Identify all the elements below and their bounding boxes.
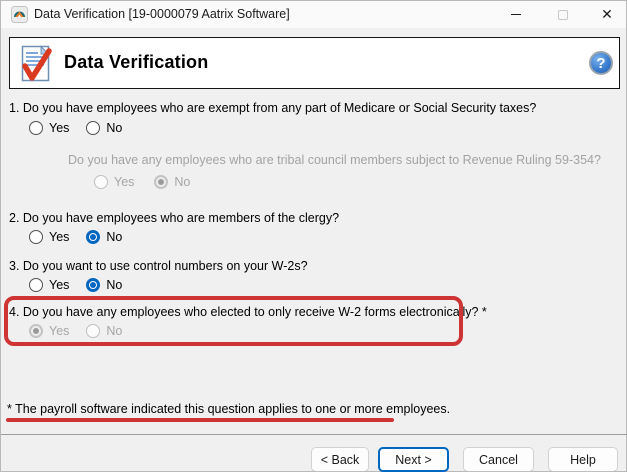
radio-label: No — [106, 121, 123, 135]
minimize-icon — [511, 14, 521, 15]
data-verification-dialog: Data Verification [19-0000079 Aatrix Sof… — [0, 0, 627, 472]
question-4-no-radio: No — [86, 324, 122, 338]
question-2-text: 2. Do you have employees who are members… — [9, 211, 340, 225]
maximize-icon — [558, 9, 568, 20]
question-2-options: Yes No — [29, 230, 139, 244]
radio-unchecked-icon — [29, 278, 43, 292]
radio-label: Yes — [49, 230, 70, 244]
annotation-highlight-box — [4, 296, 463, 346]
aatrix-app-icon — [11, 6, 28, 23]
next-button[interactable]: Next > — [378, 447, 449, 472]
question-3-text: 3. Do you want to use control numbers on… — [9, 259, 308, 273]
radio-unchecked-icon — [29, 230, 43, 244]
window-title: Data Verification [19-0000079 Aatrix Sof… — [34, 7, 290, 21]
question-2-yes-radio[interactable]: Yes — [29, 230, 69, 244]
radio-label: No — [106, 278, 123, 292]
help-question-icon[interactable]: ? — [589, 51, 613, 75]
radio-label: No — [106, 230, 123, 244]
title-bar: Data Verification [19-0000079 Aatrix Sof… — [1, 1, 626, 28]
close-icon: ✕ — [601, 6, 613, 22]
cancel-button[interactable]: Cancel — [463, 447, 534, 472]
question-3-no-radio[interactable]: No — [86, 278, 122, 292]
radio-label: Yes — [114, 175, 135, 189]
radio-checked-disabled-icon — [154, 175, 169, 189]
radio-unchecked-icon — [86, 121, 101, 135]
footnote-text: * The payroll software indicated this qu… — [7, 402, 451, 416]
sub-question-no-radio: No — [154, 175, 190, 189]
minimize-button[interactable] — [498, 1, 534, 28]
radio-checked-icon — [86, 278, 101, 292]
back-button[interactable]: < Back — [311, 447, 369, 472]
question-1-text: 1. Do you have employees who are exempt … — [9, 101, 537, 115]
sub-question-text: Do you have any employees who are tribal… — [68, 153, 601, 167]
question-4-text: 4. Do you have any employees who elected… — [9, 305, 487, 319]
annotation-underline — [6, 418, 394, 422]
page-title: Data Verification — [64, 52, 209, 72]
close-button[interactable]: ✕ — [589, 1, 625, 28]
sub-question-yes-radio: Yes — [94, 175, 134, 189]
question-4-yes-radio: Yes — [29, 324, 69, 338]
divider-line — [1, 434, 627, 435]
radio-unchecked-disabled-icon — [86, 324, 101, 338]
sub-question-options: Yes No — [94, 175, 207, 189]
radio-unchecked-icon — [29, 121, 43, 135]
question-1-no-radio[interactable]: No — [86, 121, 122, 135]
question-1-options: Yes No — [29, 121, 139, 135]
radio-label: No — [174, 175, 191, 189]
radio-label: Yes — [49, 278, 70, 292]
help-button[interactable]: Help — [548, 447, 618, 472]
radio-checked-icon — [86, 230, 101, 244]
question-2-no-radio[interactable]: No — [86, 230, 122, 244]
document-check-icon — [21, 45, 52, 82]
question-4-options: Yes No — [29, 324, 139, 338]
radio-unchecked-disabled-icon — [94, 175, 108, 189]
radio-label: Yes — [49, 121, 70, 135]
question-1-yes-radio[interactable]: Yes — [29, 121, 69, 135]
question-3-options: Yes No — [29, 278, 139, 292]
radio-label: No — [106, 324, 123, 338]
header-banner: Data Verification ? — [9, 37, 620, 89]
maximize-button — [545, 1, 581, 28]
question-3-yes-radio[interactable]: Yes — [29, 278, 69, 292]
radio-checked-disabled-icon — [29, 324, 43, 338]
radio-label: Yes — [49, 324, 70, 338]
